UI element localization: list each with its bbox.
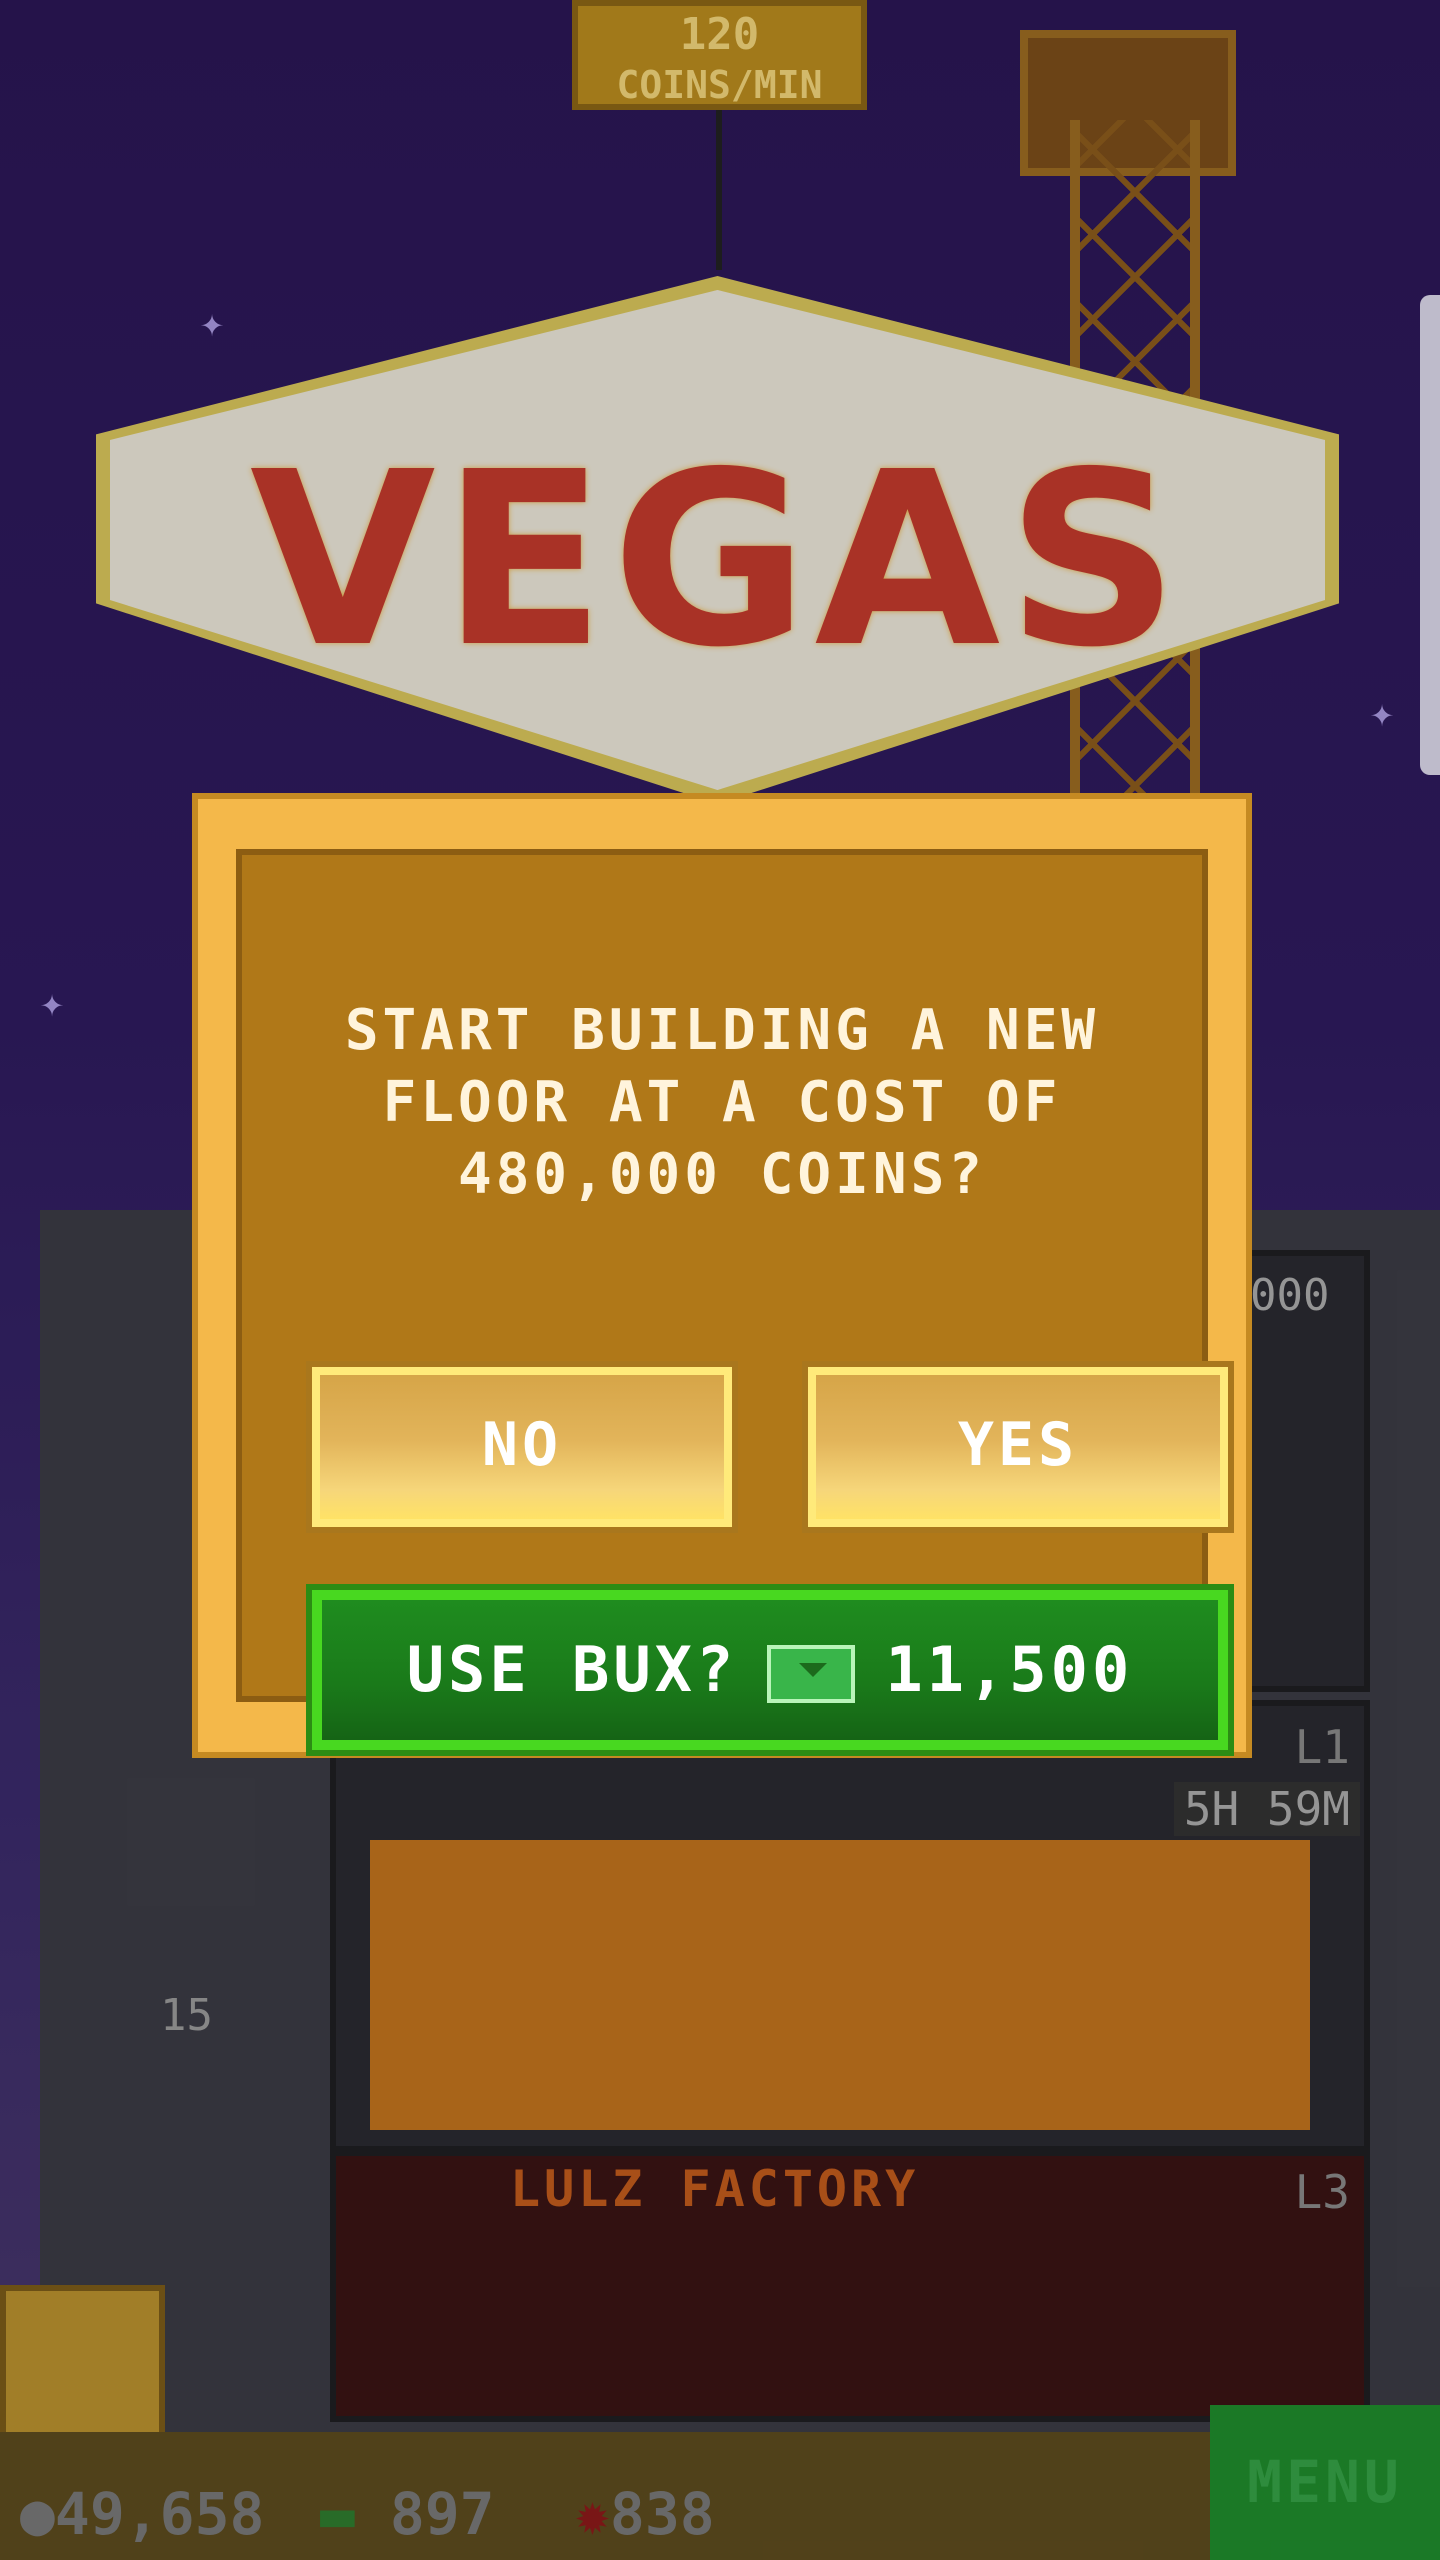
use-bux-button[interactable]: USE BUX? 11,500 (306, 1584, 1234, 1756)
yes-button[interactable]: YES (802, 1361, 1234, 1533)
no-button[interactable]: NO (306, 1361, 738, 1533)
use-bux-label: USE BUX? (406, 1633, 738, 1706)
build-floor-dialog: START BUILDING A NEW FLOOR AT A COST OF … (192, 793, 1252, 1758)
bux-bill-icon (767, 1644, 856, 1703)
dialog-body: START BUILDING A NEW FLOOR AT A COST OF … (236, 849, 1234, 1756)
bux-cost: 11,500 (885, 1633, 1134, 1706)
dialog-message: START BUILDING A NEW FLOOR AT A COST OF … (344, 998, 1100, 1207)
